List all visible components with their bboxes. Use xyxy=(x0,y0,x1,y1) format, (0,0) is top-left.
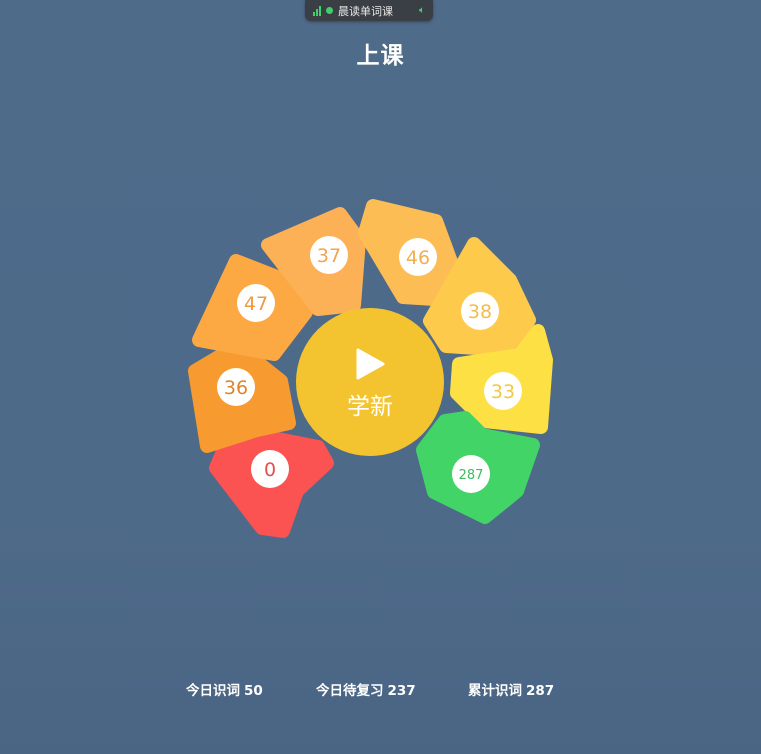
stat-label: 累计识词 xyxy=(468,683,522,699)
segment-0[interactable]: 0 xyxy=(209,423,334,538)
segment-36[interactable]: 36 xyxy=(188,339,296,453)
segment-count: 46 xyxy=(406,247,430,269)
stat-label: 今日待复习 xyxy=(316,683,384,699)
stat-today-review: 今日待复习 237 xyxy=(316,679,416,699)
segment-count: 33 xyxy=(491,381,515,403)
start-learning-button[interactable]: 学新 xyxy=(296,308,444,456)
segment-count: 36 xyxy=(224,377,248,399)
lesson-wheel: 0 36 47 37 46 38 33 287 学新 xyxy=(188,199,553,538)
segment-count: 47 xyxy=(244,293,268,315)
stat-value: 50 xyxy=(244,683,263,699)
segment-count: 38 xyxy=(468,301,492,323)
stat-value: 287 xyxy=(526,683,555,699)
segment-count: 37 xyxy=(317,245,341,267)
stats-bar: 今日识词 50 今日待复习 237 累计识词 287 xyxy=(0,679,761,699)
stat-today-learned: 今日识词 50 xyxy=(186,679,263,699)
segment-count: 0 xyxy=(264,459,276,481)
stat-total-learned: 累计识词 287 xyxy=(468,679,554,699)
segment-46[interactable]: 46 xyxy=(358,199,461,307)
segment-287[interactable]: 287 xyxy=(416,411,540,524)
stat-value: 237 xyxy=(387,683,416,699)
segment-count: 287 xyxy=(459,468,484,483)
stat-label: 今日识词 xyxy=(186,683,240,699)
start-button-label[interactable]: 学新 xyxy=(347,394,393,420)
start-button-circle[interactable] xyxy=(296,308,444,456)
